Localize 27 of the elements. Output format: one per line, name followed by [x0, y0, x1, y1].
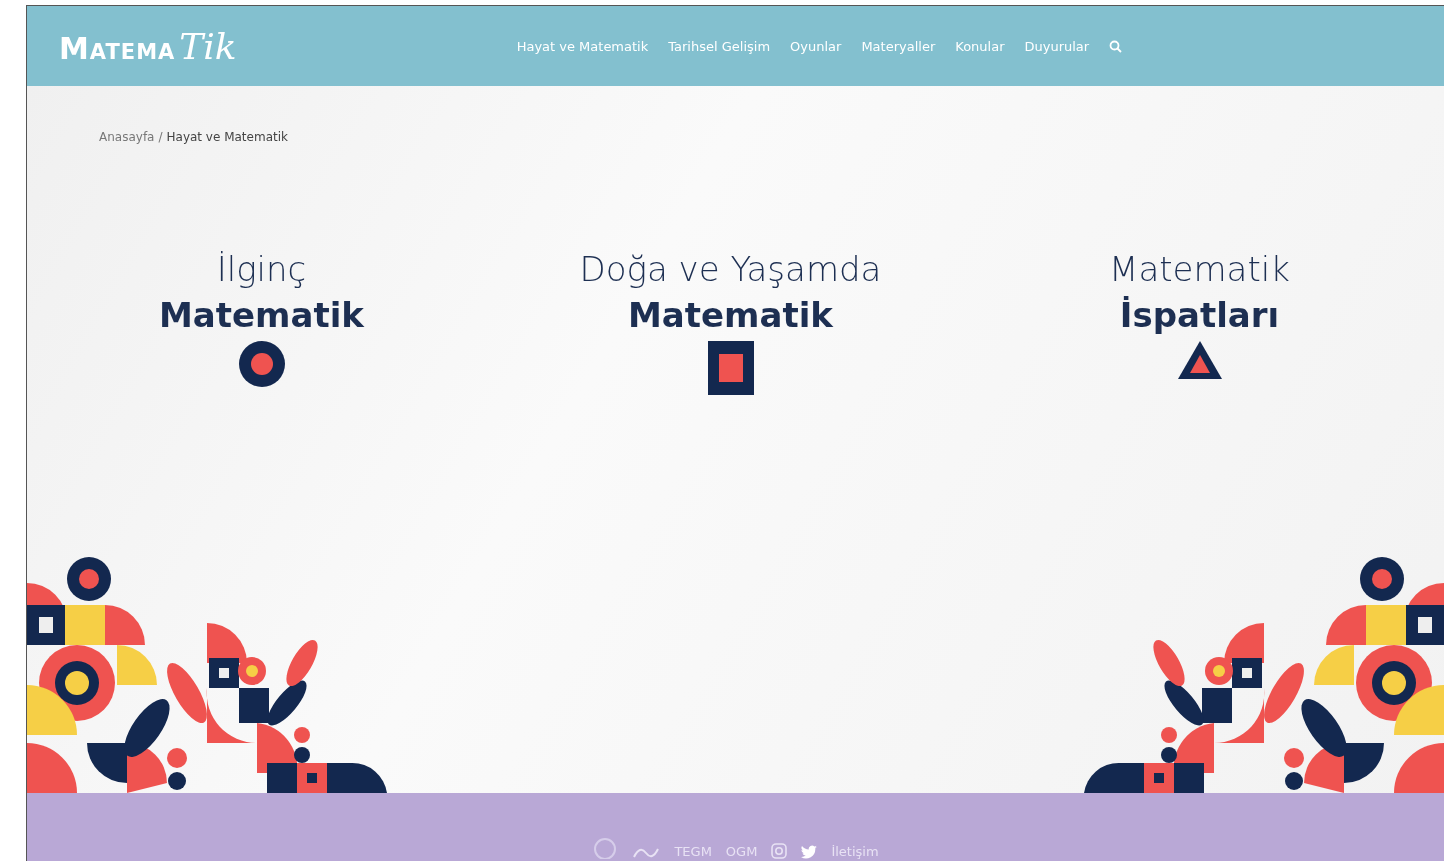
instagram-icon[interactable]: [771, 843, 788, 859]
nav-link[interactable]: Konular: [955, 38, 1005, 54]
category-title[interactable]: İspatları: [1119, 295, 1280, 335]
logo-script-text[interactable]: Tik: [179, 25, 237, 67]
category-title[interactable]: İlginç: [216, 249, 307, 289]
emblem-icon[interactable]: [592, 837, 619, 859]
breadcrumb-link[interactable]: Anasayfa: [99, 130, 155, 144]
footer-link[interactable]: OGM: [725, 844, 758, 859]
twitter-icon[interactable]: [801, 845, 818, 859]
category-title[interactable]: Matematik: [1109, 249, 1290, 289]
category-title[interactable]: Matematik: [628, 295, 833, 335]
contact-link[interactable]: İletişim: [831, 844, 879, 859]
nav-link[interactable]: Materyaller: [861, 38, 936, 54]
breadcrumb-separator: /: [158, 130, 163, 144]
breadcrumb-current: Hayat ve Matematik: [166, 130, 288, 144]
category-title[interactable]: Matematik: [159, 295, 364, 335]
search-icon[interactable]: [1109, 39, 1123, 53]
footer-link[interactable]: TEGM: [674, 844, 712, 859]
nav-link[interactable]: Oyunlar: [790, 38, 842, 54]
triangle-icon[interactable]: [1177, 341, 1222, 379]
category-title[interactable]: Doğa ve Yaşamda: [579, 249, 882, 289]
circle-icon[interactable]: [238, 341, 285, 387]
logo-text[interactable]: Matema: [59, 30, 176, 66]
square-icon[interactable]: [707, 341, 754, 395]
nav-link[interactable]: Duyurular: [1024, 38, 1090, 54]
nav-link[interactable]: Hayat ve Matematik: [516, 38, 649, 54]
nav-link[interactable]: Tarihsel Gelişim: [668, 38, 771, 54]
